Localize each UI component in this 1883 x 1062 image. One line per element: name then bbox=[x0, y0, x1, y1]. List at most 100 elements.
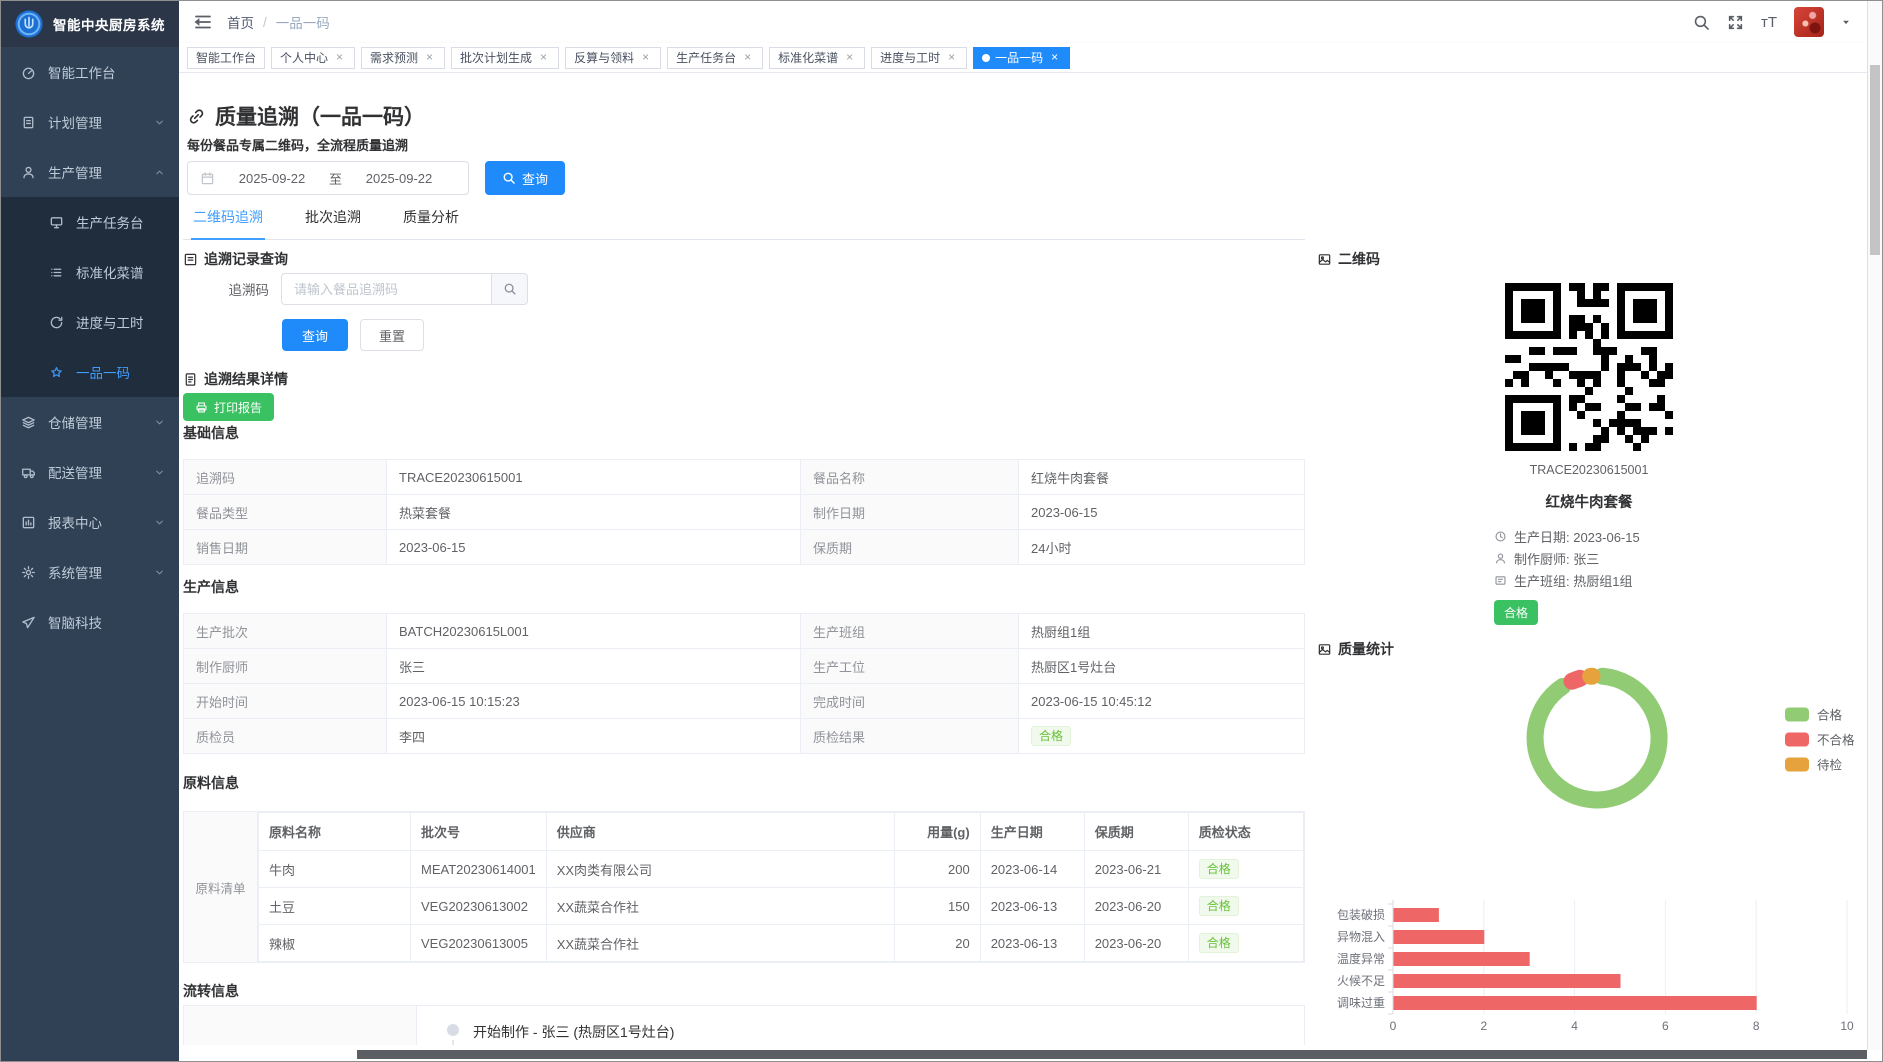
sidebar-item-warehouse[interactable]: 仓储管理 bbox=[1, 397, 179, 447]
legend-item-待检[interactable]: 待检 bbox=[1785, 755, 1855, 774]
tag-item-0[interactable]: 智能工作台 bbox=[187, 47, 265, 69]
label-cell: 质检员 bbox=[184, 719, 387, 754]
app-logo-icon bbox=[14, 9, 44, 39]
chevron-icon bbox=[154, 517, 165, 528]
user-icon bbox=[1494, 552, 1507, 565]
tab-质量分析[interactable]: 质量分析 bbox=[401, 205, 461, 239]
bar bbox=[1394, 996, 1757, 1010]
tag-item-4[interactable]: 反算与领料× bbox=[565, 47, 661, 69]
input-search-button[interactable] bbox=[491, 273, 528, 305]
label-cell: 制作厨师 bbox=[184, 649, 387, 684]
label-cell: 餐品名称 bbox=[801, 460, 1019, 495]
tag-label: 智能工作台 bbox=[196, 49, 256, 66]
sidebar-item-label: 标准化菜谱 bbox=[76, 262, 165, 282]
sidebar-item-workbench[interactable]: 智能工作台 bbox=[1, 47, 179, 97]
sidebar-item-delivery[interactable]: 配送管理 bbox=[1, 447, 179, 497]
tag-label: 一品一码 bbox=[995, 49, 1043, 66]
close-icon[interactable]: × bbox=[945, 51, 958, 64]
table-cell: VEG20230613005 bbox=[411, 925, 547, 962]
top-navbar: 首页 / 一品一码 ᴛT bbox=[179, 1, 1867, 43]
tag-item-8[interactable]: 一品一码 × bbox=[973, 47, 1070, 69]
close-icon[interactable]: × bbox=[537, 51, 550, 64]
hamburger-icon[interactable] bbox=[193, 12, 213, 32]
font-size-icon[interactable]: ᴛT bbox=[1761, 15, 1777, 30]
tag-item-2[interactable]: 需求预测× bbox=[361, 47, 445, 69]
qr-column: 二维码 TRACE20230615001 红烧牛肉套餐 生产日期: 2023-0… bbox=[1317, 249, 1861, 1045]
date-to-value[interactable]: 2025-09-22 bbox=[342, 171, 456, 186]
tag-item-1[interactable]: 个人中心× bbox=[271, 47, 355, 69]
sidebar-item-recipes[interactable]: 标准化菜谱 bbox=[1, 247, 179, 297]
chevron-icon bbox=[154, 467, 165, 478]
tag-item-6[interactable]: 标准化菜谱× bbox=[769, 47, 865, 69]
value-cell: 合格 bbox=[1019, 719, 1305, 754]
label-cell: 生产工位 bbox=[801, 649, 1019, 684]
value-cell: 热厨区1号灶台 bbox=[1019, 649, 1305, 684]
table-cell: 合格 bbox=[1188, 925, 1303, 962]
page-subtitle: 每份餐品专属二维码，全流程质量追溯 bbox=[187, 135, 408, 154]
sidebar-item-reports[interactable]: 报表中心 bbox=[1, 497, 179, 547]
clock-icon bbox=[1494, 530, 1507, 543]
date-search-button[interactable]: 查询 bbox=[485, 161, 565, 195]
materials-info-title: 原料信息 bbox=[183, 773, 1305, 793]
close-icon[interactable]: × bbox=[423, 51, 436, 64]
fullscreen-icon[interactable] bbox=[1727, 14, 1744, 31]
close-icon[interactable]: × bbox=[639, 51, 652, 64]
avatar[interactable] bbox=[1794, 7, 1824, 37]
table-row: 牛肉MEAT20230614001XX肉类有限公司2002023-06-1420… bbox=[259, 851, 1304, 888]
qr-info-text: 生产班组: 热厨组1组 bbox=[1514, 571, 1632, 590]
table-cell: 辣椒 bbox=[259, 925, 411, 962]
tab-批次追溯[interactable]: 批次追溯 bbox=[303, 205, 363, 239]
qr-header: 二维码 bbox=[1317, 249, 1861, 269]
sidebar-item-one-dish-one-code[interactable]: 一品一码 bbox=[1, 347, 179, 397]
print-report-button[interactable]: 打印报告 bbox=[183, 393, 274, 421]
sidebar-item-production-tasks[interactable]: 生产任务台 bbox=[1, 197, 179, 247]
trace-code-input[interactable] bbox=[281, 273, 491, 305]
sidebar-item-label: 报表中心 bbox=[48, 512, 154, 532]
sidebar-item-label: 系统管理 bbox=[48, 562, 154, 582]
qr-info-line: 制作厨师: 张三 bbox=[1494, 547, 1684, 569]
tag-item-5[interactable]: 生产任务台 × bbox=[667, 47, 763, 69]
date-from-value[interactable]: 2025-09-22 bbox=[215, 171, 329, 186]
scrollbar-thumb[interactable] bbox=[1870, 65, 1880, 255]
column-header: 用量(g) bbox=[894, 813, 980, 851]
tag-item-7[interactable]: 进度与工时 × bbox=[871, 47, 967, 69]
table-cell: 合格 bbox=[1188, 888, 1303, 925]
query-button[interactable]: 查询 bbox=[282, 319, 348, 351]
search-icon[interactable] bbox=[1693, 14, 1710, 31]
chevron-down-icon[interactable] bbox=[1841, 17, 1851, 27]
status-badge: 合格 bbox=[1199, 933, 1239, 953]
bar-category-label: 调味过重 bbox=[1337, 996, 1385, 1010]
close-icon[interactable]: × bbox=[843, 51, 856, 64]
sidebar-item-progress-hours[interactable]: 进度与工时 bbox=[1, 297, 179, 347]
bar-chart: 0246810包装破损异物混入温度异常火候不足调味过重 bbox=[1317, 865, 1861, 1045]
basic-info-title: 基础信息 bbox=[183, 423, 1305, 443]
sidebar-item-plan[interactable]: 计划管理 bbox=[1, 97, 179, 147]
tag-label: 进度与工时 bbox=[880, 49, 940, 66]
close-icon[interactable]: × bbox=[1048, 51, 1061, 64]
table-cell: 200 bbox=[894, 851, 980, 888]
date-range-picker[interactable]: 2025-09-22 至 2025-09-22 bbox=[187, 161, 469, 195]
sidebar-item-ai-tech[interactable]: 智脑科技 bbox=[1, 597, 179, 647]
close-icon[interactable]: × bbox=[333, 51, 346, 64]
sidebar-item-system[interactable]: 系统管理 bbox=[1, 547, 179, 597]
truck-icon bbox=[21, 465, 36, 480]
tag-item-3[interactable]: 批次计划生成× bbox=[451, 47, 559, 69]
chevron-icon bbox=[154, 117, 165, 128]
tag-label: 生产任务台 bbox=[676, 49, 736, 66]
legend-item-合格[interactable]: 合格 bbox=[1785, 705, 1855, 724]
legend-item-不合格[interactable]: 不合格 bbox=[1785, 730, 1855, 749]
tags-bar: 智能工作台个人中心×需求预测×批次计划生成×反算与领料×生产任务台×标准化菜谱×… bbox=[179, 43, 1867, 73]
value-cell: 2023-06-15 10:15:23 bbox=[387, 684, 801, 719]
tab-二维码追溯[interactable]: 二维码追溯 bbox=[191, 205, 265, 240]
sidebar-item-production[interactable]: 生产管理 bbox=[1, 147, 179, 197]
bar bbox=[1394, 974, 1621, 988]
legend-marker bbox=[1785, 732, 1809, 746]
bar bbox=[1394, 952, 1530, 966]
reset-button[interactable]: 重置 bbox=[360, 319, 424, 351]
qr-badge-row: 合格 bbox=[1494, 591, 1684, 625]
app-title: 智能中央厨房系统 bbox=[53, 14, 165, 34]
breadcrumb-home[interactable]: 首页 bbox=[227, 12, 254, 32]
close-icon[interactable]: × bbox=[741, 51, 754, 64]
qr-info-text: 制作厨师: 张三 bbox=[1514, 549, 1599, 568]
layers-icon bbox=[21, 415, 36, 430]
